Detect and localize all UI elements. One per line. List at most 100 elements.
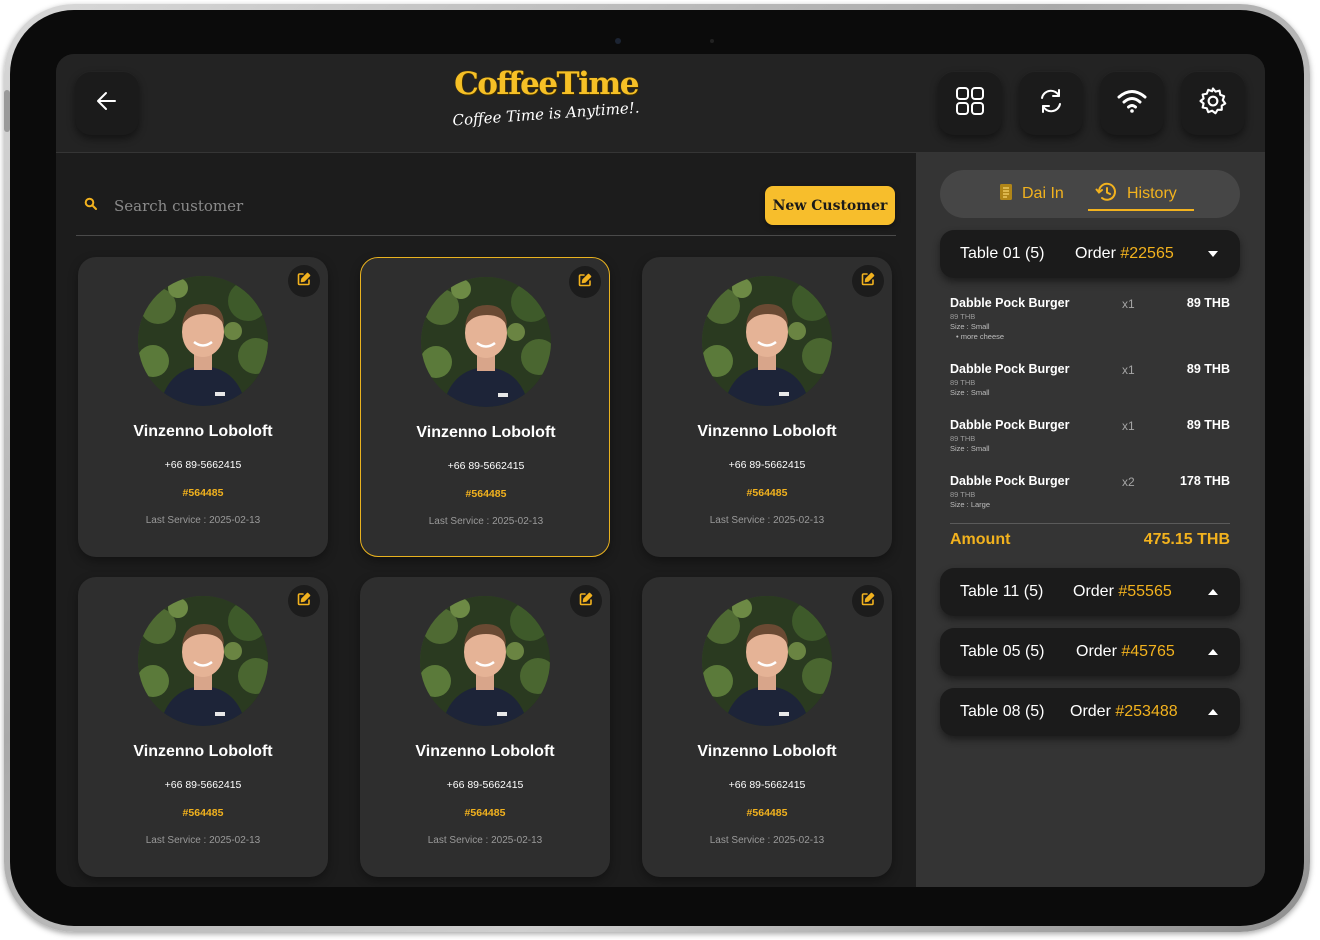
search-input[interactable]: [112, 191, 516, 221]
customer-card[interactable]: Vinzenno Loboloft +66 89-5662415 #564485…: [642, 577, 892, 877]
order-item: Dabble Pock Burger 89 THB Size : Large x…: [950, 474, 1230, 522]
order-label: Order: [1073, 583, 1114, 600]
order-label: Order: [1075, 245, 1116, 262]
customer-card[interactable]: Vinzenno Loboloft +66 89-5662415 #564485…: [78, 257, 328, 557]
edit-customer-button[interactable]: [570, 585, 602, 617]
back-button[interactable]: [75, 71, 139, 135]
customer-name: Vinzenno Loboloft: [133, 423, 273, 440]
edit-customer-button[interactable]: [569, 266, 601, 298]
app-header: CoffeeTime Coffee Time is Anytime!.: [56, 54, 1265, 153]
customer-name: Vinzenno Loboloft: [416, 424, 556, 441]
order-accordion[interactable]: Table 11 (5) Order #55565: [940, 568, 1240, 616]
wifi-button[interactable]: [1100, 71, 1164, 135]
edit-customer-button[interactable]: [852, 585, 884, 617]
customer-name: Vinzenno Loboloft: [415, 743, 555, 760]
arrow-left-icon: [94, 88, 120, 119]
item-size: Size : Small: [950, 388, 990, 397]
order-accordion[interactable]: Table 01 (5) Order #22565: [940, 230, 1240, 278]
order-table: Table 05 (5): [960, 643, 1045, 660]
customer-last-service: Last Service : 2025-02-13: [709, 515, 825, 526]
sync-button[interactable]: [1019, 71, 1083, 135]
avatar: [138, 276, 268, 406]
edit-customer-button[interactable]: [852, 265, 884, 297]
amount-value: 475.15 THB: [1143, 531, 1230, 548]
customer-area: New Customer: [56, 153, 915, 887]
caret-down-icon[interactable]: [1206, 247, 1220, 261]
clock-history-icon: [1095, 181, 1119, 208]
item-unit-price: 89 THB: [950, 378, 976, 387]
customer-last-service: Last Service : 2025-02-13: [145, 835, 261, 846]
order-label: Order: [1076, 643, 1117, 660]
order-accordion[interactable]: Table 08 (5) Order #253488: [940, 688, 1240, 736]
item-quantity: x1: [1122, 419, 1135, 433]
item-name: Dabble Pock Burger: [950, 296, 1070, 310]
front-camera: [615, 38, 621, 44]
item-quantity: x1: [1122, 297, 1135, 311]
customer-name: Vinzenno Loboloft: [697, 423, 837, 440]
order-id: Order #55565: [1073, 583, 1172, 601]
caret-up-icon[interactable]: [1206, 645, 1220, 659]
edit-icon: [861, 592, 875, 611]
edit-icon: [297, 592, 311, 611]
customer-phone: +66 89-5662415: [446, 779, 524, 791]
order-item: Dabble Pock Burger 89 THB Size : Small x…: [950, 362, 1230, 410]
customer-code: #564485: [182, 807, 224, 819]
customer-code: #564485: [746, 487, 788, 499]
avatar: [421, 277, 551, 407]
gear-icon: [1198, 86, 1228, 121]
caret-up-icon[interactable]: [1206, 705, 1220, 719]
new-customer-button[interactable]: New Customer: [765, 186, 895, 225]
tab-dine-in[interactable]: Dai In: [998, 170, 1064, 218]
customer-code: #564485: [464, 807, 506, 819]
logo-title: CoffeeTime: [454, 66, 639, 102]
customer-code: #564485: [465, 488, 507, 500]
item-total: 89 THB: [1186, 418, 1230, 432]
item-quantity: x2: [1122, 475, 1135, 489]
logo-tagline: Coffee Time is Anytime!.: [451, 98, 641, 130]
customer-phone: +66 89-5662415: [164, 459, 242, 471]
item-name: Dabble Pock Burger: [950, 418, 1070, 432]
order-table: Table 08 (5): [960, 703, 1045, 720]
customer-card[interactable]: Vinzenno Loboloft +66 89-5662415 #564485…: [78, 577, 328, 877]
order-item: Dabble Pock Burger 89 THB Size : Small x…: [950, 418, 1230, 466]
order-accordion[interactable]: Table 05 (5) Order #45765: [940, 628, 1240, 676]
edit-icon: [861, 272, 875, 291]
refresh-icon: [1037, 87, 1065, 120]
avatar: [702, 596, 832, 726]
edit-icon: [579, 592, 593, 611]
item-total: 89 THB: [1186, 296, 1230, 310]
customer-card[interactable]: Vinzenno Loboloft +66 89-5662415 #564485…: [642, 257, 892, 557]
order-id: Order #45765: [1076, 643, 1175, 661]
orders-panel: Dai In History Table 01 (5) Order #22565…: [916, 153, 1265, 887]
edit-customer-button[interactable]: [288, 585, 320, 617]
apps-button[interactable]: [938, 71, 1002, 135]
customer-phone: +66 89-5662415: [728, 779, 806, 791]
customer-last-service: Last Service : 2025-02-13: [428, 516, 544, 527]
order-table: Table 01 (5): [960, 245, 1045, 262]
order-number: #45765: [1121, 643, 1175, 660]
customer-card[interactable]: Vinzenno Loboloft +66 89-5662415 #564485…: [360, 577, 610, 877]
tab-history-label: History: [1127, 185, 1177, 202]
customer-name: Vinzenno Loboloft: [697, 743, 837, 760]
order-label: Order: [1070, 703, 1111, 720]
customer-last-service: Last Service : 2025-02-13: [145, 515, 261, 526]
avatar: [420, 596, 550, 726]
order-number: #22565: [1120, 245, 1174, 262]
avatar: [138, 596, 268, 726]
receipt-icon: [998, 183, 1014, 206]
order-id: Order #253488: [1070, 703, 1178, 721]
item-extra: • more cheese: [956, 332, 1005, 341]
item-size: Size : Small: [950, 444, 990, 453]
order-number: #55565: [1118, 583, 1172, 600]
customer-card[interactable]: Vinzenno Loboloft +66 89-5662415 #564485…: [360, 257, 610, 557]
customer-phone: +66 89-5662415: [728, 459, 806, 471]
customer-phone: +66 89-5662415: [447, 460, 525, 472]
customer-last-service: Last Service : 2025-02-13: [709, 835, 825, 846]
avatar: [702, 276, 832, 406]
caret-up-icon[interactable]: [1206, 585, 1220, 599]
settings-button[interactable]: [1181, 71, 1245, 135]
item-total: 89 THB: [1186, 362, 1230, 376]
customer-code: #564485: [746, 807, 788, 819]
order-item: Dabble Pock Burger 89 THB Size : Small •…: [950, 296, 1230, 344]
edit-customer-button[interactable]: [288, 265, 320, 297]
